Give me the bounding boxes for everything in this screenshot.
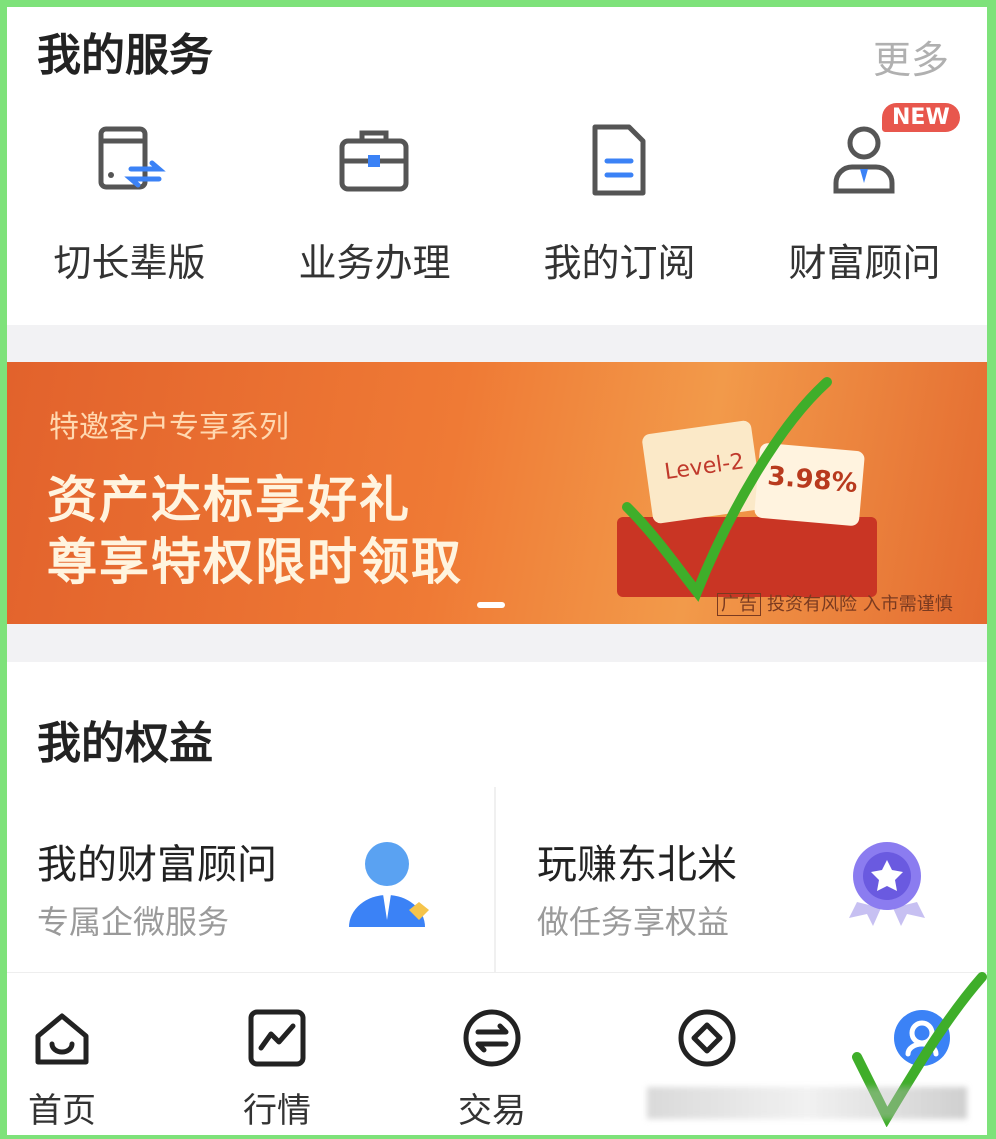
app-screen: 我的服务 更多 切长辈版 业务办理 我的订阅 NEW 财富顾问 特邀客户专享系列… <box>7 7 987 1135</box>
service-business[interactable]: 业务办理 <box>252 107 497 307</box>
tab-home[interactable]: 首页 <box>7 973 117 1135</box>
card-title: 我的财富顾问 <box>37 842 277 888</box>
tab-trade[interactable]: 交易 <box>437 973 547 1135</box>
briefcase-icon <box>339 130 409 192</box>
section-gap <box>7 624 987 662</box>
card-subtitle: 专属企微服务 <box>37 903 230 941</box>
rate-card-illustration: 3.98% <box>753 442 866 527</box>
promo-banner[interactable]: 特邀客户专享系列 资产达标享好礼 尊享特权限时领取 Level-2 3.98% … <box>7 362 987 624</box>
card-divider <box>494 787 496 972</box>
advisor-avatar-icon <box>349 842 429 927</box>
level2-card-illustration: Level-2 <box>641 419 763 525</box>
tab-market[interactable]: 行情 <box>222 973 332 1135</box>
service-advisor[interactable]: NEW 财富顾问 <box>742 103 987 307</box>
carousel-indicator[interactable] <box>477 602 505 608</box>
rights-title: 我的权益 <box>37 718 213 769</box>
banner-rate: 3.98% <box>766 461 859 500</box>
banner-subtitle: 特邀客户专享系列 <box>49 410 289 445</box>
new-badge: NEW <box>882 103 960 132</box>
section-gap <box>7 325 987 362</box>
medal-icon <box>849 842 925 926</box>
ad-tag: 广告 <box>717 593 761 616</box>
home-icon <box>35 1013 89 1065</box>
card-subtitle: 做任务享权益 <box>537 903 730 941</box>
service-label: 切长辈版 <box>53 241 206 285</box>
diamond-circle-icon <box>678 1009 736 1067</box>
banner-headline-2: 尊享特权限时领取 <box>47 533 463 591</box>
tablet-switch-icon <box>98 126 166 190</box>
service-label: 业务办理 <box>298 241 451 285</box>
document-icon <box>592 124 646 196</box>
tab-label: 行情 <box>243 1091 311 1131</box>
card-title: 玩赚东北米 <box>537 842 737 888</box>
banner-product: Level-2 <box>662 449 746 486</box>
tab-label: 首页 <box>28 1091 96 1131</box>
gift-box-illustration <box>617 517 877 597</box>
profile-icon <box>894 1010 950 1066</box>
ad-disclaimer: 广告 投资有风险 入市需谨慎 <box>717 590 953 616</box>
service-label: 财富顾问 <box>788 241 941 285</box>
exchange-icon <box>463 1009 521 1067</box>
card-wealth-advisor[interactable]: 我的财富顾问 专属企微服务 <box>7 782 467 972</box>
chart-icon <box>248 1009 306 1067</box>
service-label: 我的订阅 <box>543 241 696 285</box>
tab-label: 交易 <box>458 1091 526 1131</box>
blurred-watermark <box>647 1087 967 1119</box>
services-title: 我的服务 <box>37 30 213 81</box>
service-elder-mode[interactable]: 切长辈版 <box>7 107 252 307</box>
more-link[interactable]: 更多 <box>873 29 949 84</box>
card-earn-rice[interactable]: 玩赚东北米 做任务享权益 <box>507 782 967 972</box>
service-subscription[interactable]: 我的订阅 <box>497 107 742 307</box>
ad-note: 投资有风险 入市需谨慎 <box>767 594 953 615</box>
